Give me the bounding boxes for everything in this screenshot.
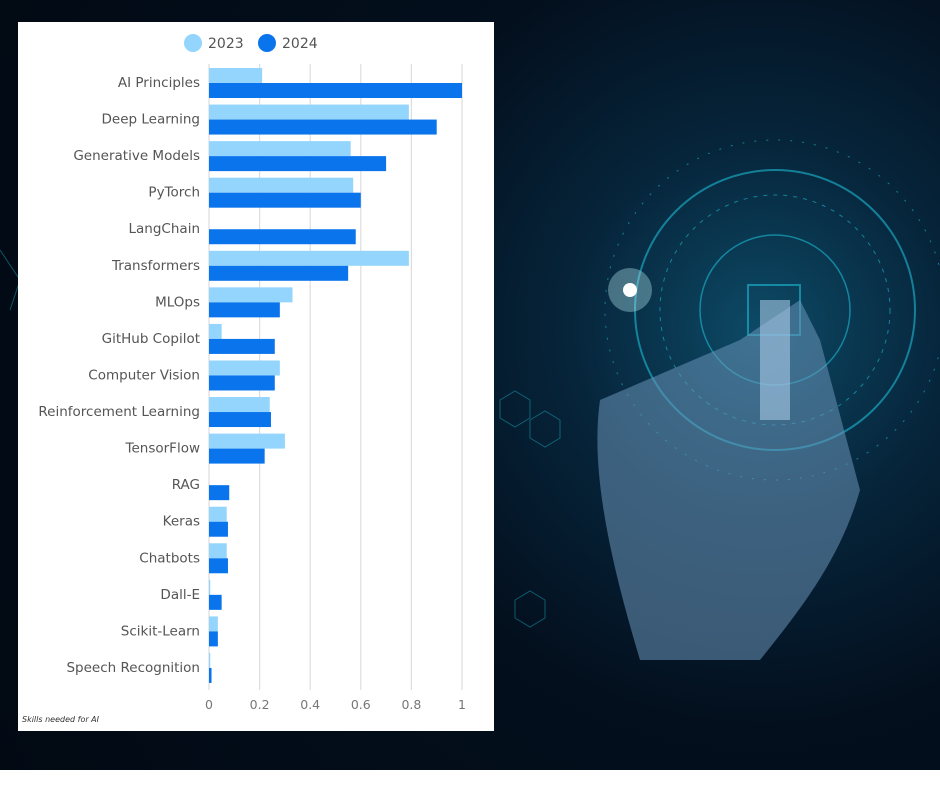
bar-2024 — [209, 631, 218, 647]
legend-label: 2024 — [282, 36, 318, 52]
category-label: Keras — [163, 514, 200, 530]
bar-2024 — [209, 521, 228, 537]
x-tick-label: 0.8 — [401, 697, 421, 712]
category-label: Deep Learning — [102, 112, 200, 128]
category-label: LangChain — [129, 221, 200, 237]
bar-2024 — [209, 375, 275, 391]
category-label: GitHub Copilot — [102, 331, 200, 347]
category-label: Dall-E — [160, 587, 200, 603]
category-label: Generative Models — [73, 148, 200, 164]
bar-2024 — [209, 192, 361, 208]
bar-2023 — [209, 323, 222, 339]
category-label: MLOps — [155, 294, 200, 310]
bar-2023 — [209, 652, 211, 668]
bar-2024 — [209, 594, 222, 610]
bar-2024 — [209, 156, 387, 172]
category-label: Chatbots — [139, 550, 200, 566]
category-label: Scikit-Learn — [121, 623, 200, 639]
bar-2023 — [209, 360, 280, 376]
bar-2024 — [209, 667, 212, 683]
legend-label: 2023 — [208, 36, 244, 52]
bar-2023 — [209, 177, 354, 193]
category-label: Speech Recognition — [66, 660, 200, 676]
bar-2024 — [209, 302, 280, 318]
bar-2023 — [209, 287, 293, 303]
bar-2023 — [209, 250, 409, 266]
category-label: RAG — [172, 477, 200, 493]
bar-2024 — [209, 338, 275, 354]
category-label: Transformers — [111, 258, 200, 274]
bar-chart: 0 0.2 0.4 0.6 0.8 1 AI Principles Deep Learning… — [38, 34, 466, 712]
bar-2024 — [209, 229, 356, 245]
x-tick-label: 0 — [205, 697, 213, 712]
bar-2024 — [209, 265, 349, 281]
bar-2023 — [209, 104, 409, 120]
x-tick-label: 0.2 — [250, 697, 270, 712]
bar-2023 — [209, 543, 227, 559]
chart-caption: Skills needed for AI — [22, 715, 99, 724]
legend-marker-2024 — [258, 34, 276, 52]
bar-2023 — [209, 397, 270, 413]
category-label: PyTorch — [148, 185, 200, 201]
category-label: AI Principles — [118, 75, 200, 91]
category-label: TensorFlow — [125, 441, 200, 457]
x-tick-label: 0.4 — [300, 697, 320, 712]
bar-2024 — [209, 83, 462, 98]
bar-2023 — [209, 506, 227, 522]
bar-2023 — [209, 141, 351, 157]
bar-2024 — [209, 119, 437, 135]
bar-2024 — [209, 412, 271, 428]
category-label: Computer Vision — [88, 367, 200, 383]
bar-2023 — [209, 579, 211, 595]
bar-2024 — [209, 448, 265, 464]
x-tick-label: 0.6 — [351, 697, 371, 712]
chart-panel: 0 0.2 0.4 0.6 0.8 1 AI Principles Deep Learning… — [18, 22, 494, 731]
x-tick-label: 1 — [458, 697, 466, 712]
bar-2024 — [209, 485, 230, 501]
bar-2023 — [209, 433, 285, 449]
bar-2024 — [209, 558, 228, 574]
category-label: Reinforcement Learning — [38, 404, 200, 420]
bar-2023 — [209, 68, 263, 83]
bar-2023 — [209, 616, 218, 632]
legend-marker-2023 — [184, 34, 202, 52]
